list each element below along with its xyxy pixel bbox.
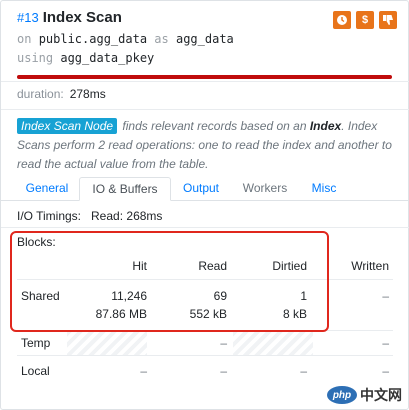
on-keyword: on: [17, 32, 32, 46]
divider: [1, 81, 409, 82]
io-read-value: 268ms: [126, 209, 163, 223]
tab-misc[interactable]: Misc: [301, 177, 347, 201]
clock-icon[interactable]: [333, 11, 351, 29]
description-text: finds relevant records based on an: [119, 119, 310, 133]
node-id[interactable]: #13: [17, 10, 39, 25]
node-description: Index Scan Node finds relevant records b…: [17, 117, 397, 174]
row-label-temp: Temp: [21, 336, 51, 350]
row-divider: [17, 355, 393, 356]
highlight-box: [10, 231, 329, 332]
watermark: php 中文网: [327, 385, 402, 405]
row-label-local: Local: [21, 364, 50, 378]
relation-alias: agg_data: [175, 32, 234, 46]
plan-node-card: #13 Index Scan $ on public.agg_data as a…: [0, 0, 409, 410]
node-title: Index Scan: [42, 9, 122, 26]
cost-bar: [17, 75, 392, 79]
tab-io-buffers[interactable]: IO & Buffers: [79, 177, 171, 201]
empty-cell-hatch: [67, 331, 147, 355]
io-read-label: Read:: [91, 209, 124, 223]
temp-read: –: [220, 336, 227, 350]
temp-written: –: [382, 336, 389, 350]
node-type-tag: Index Scan Node: [17, 118, 118, 134]
using-keyword: using: [17, 51, 54, 65]
local-written: –: [382, 364, 389, 378]
as-keyword: as: [154, 32, 169, 46]
duration-row: duration: 278ms: [17, 87, 106, 101]
index-name: agg_data_pkey: [60, 51, 155, 65]
relation-name: public.agg_data: [38, 32, 148, 46]
php-logo-icon: php: [327, 386, 357, 404]
tab-workers[interactable]: Workers: [233, 177, 297, 201]
tab-output[interactable]: Output: [173, 177, 229, 201]
io-timings: I/O Timings: Read: 268ms: [17, 209, 162, 223]
local-read: –: [220, 364, 227, 378]
tab-general[interactable]: General: [17, 177, 77, 201]
index-line: using agg_data_pkey: [17, 51, 154, 65]
relation-line: on public.agg_data as agg_data: [17, 32, 234, 46]
description-bold: Index: [309, 119, 342, 133]
shared-written: –: [382, 289, 389, 303]
local-hit: –: [140, 364, 147, 378]
divider: [1, 227, 409, 228]
watermark-text: 中文网: [360, 387, 402, 403]
io-timings-label: I/O Timings:: [17, 209, 82, 223]
duration-label: duration:: [17, 87, 64, 101]
tab-bar: General IO & Buffers Output Workers Misc: [1, 177, 409, 201]
divider: [1, 109, 409, 110]
empty-cell-hatch: [233, 331, 313, 355]
column-header-written: Written: [351, 259, 389, 273]
local-dirtied: –: [300, 364, 307, 378]
duration-value: 278ms: [69, 87, 106, 101]
node-header: #13 Index Scan $: [17, 9, 397, 29]
dollar-icon[interactable]: $: [356, 11, 374, 29]
thumbs-down-icon[interactable]: [379, 11, 397, 29]
